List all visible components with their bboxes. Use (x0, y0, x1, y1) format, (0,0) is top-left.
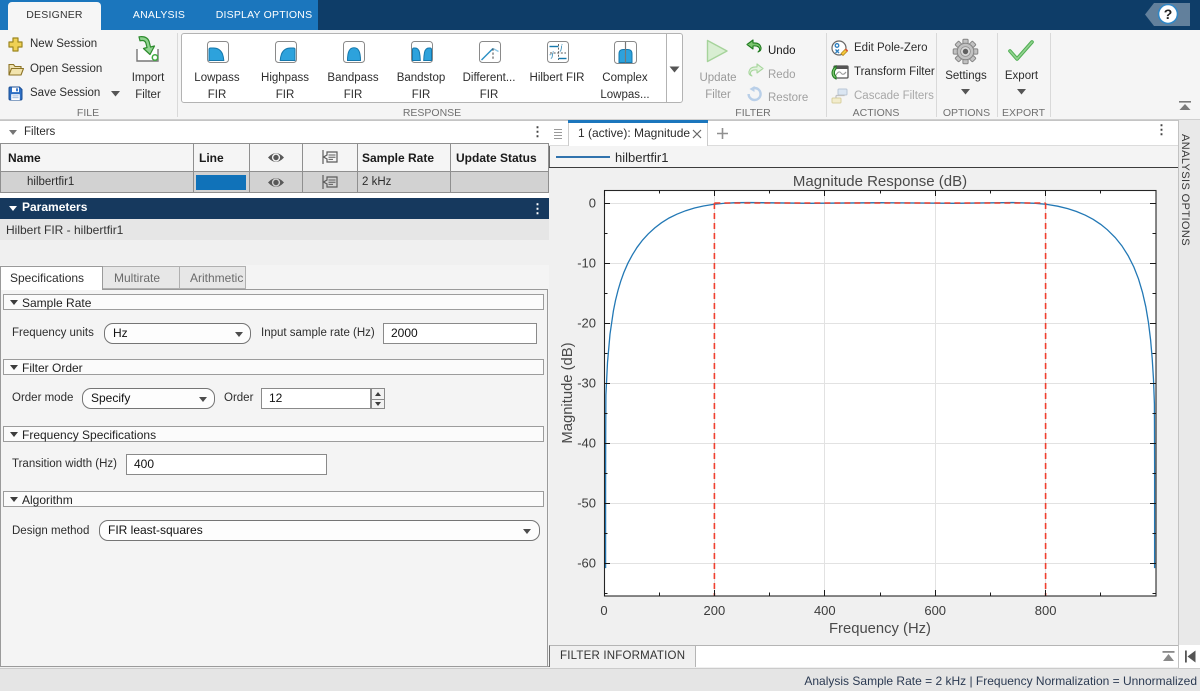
svg-text:800: 800 (1035, 603, 1057, 618)
svg-text:Magnitude Response (dB): Magnitude Response (dB) (793, 173, 967, 190)
svg-text:Frequency (Hz): Frequency (Hz) (829, 621, 931, 637)
svg-text:-30: -30 (577, 376, 596, 391)
svg-text:-j: -j (549, 50, 554, 59)
svg-text:200: 200 (704, 603, 726, 618)
svg-text:-20: -20 (577, 316, 596, 331)
svg-text:?: ? (1164, 6, 1173, 22)
svg-text:Magnitude (dB): Magnitude (dB) (560, 342, 576, 443)
svg-text:j: j (560, 43, 563, 52)
svg-text:-10: -10 (577, 256, 596, 271)
svg-text:400: 400 (814, 603, 836, 618)
svg-text:-60: -60 (577, 556, 596, 571)
svg-text:-40: -40 (577, 436, 596, 451)
svg-text:600: 600 (924, 603, 946, 618)
svg-text:-50: -50 (577, 496, 596, 511)
svg-text:0: 0 (589, 196, 596, 211)
svg-text:0: 0 (600, 603, 607, 618)
